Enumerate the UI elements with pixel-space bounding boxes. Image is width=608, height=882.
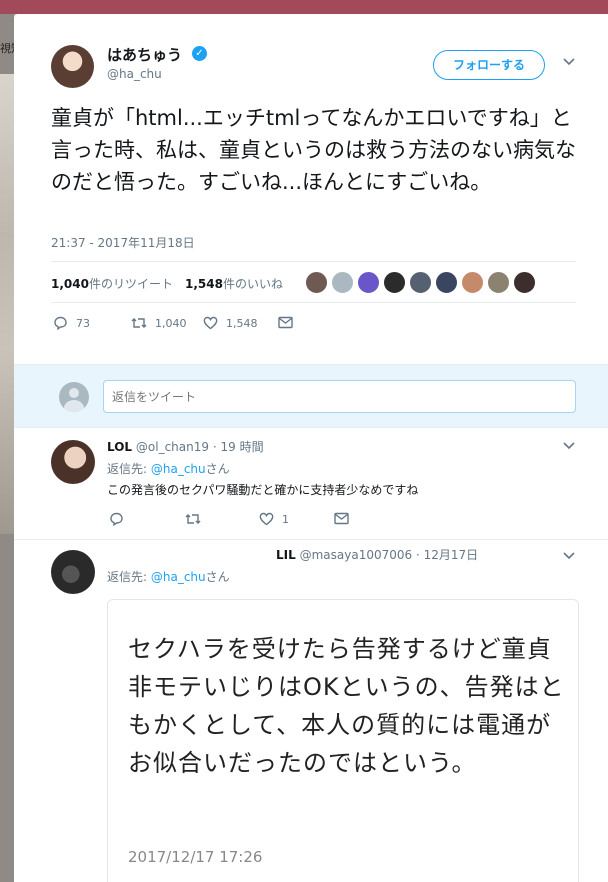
follow-button[interactable]: フォローする bbox=[433, 50, 545, 80]
background-image bbox=[0, 74, 14, 534]
reply-to-handle[interactable]: @ha_chu bbox=[151, 570, 206, 584]
user-avatar bbox=[59, 382, 89, 412]
direct-message-action[interactable] bbox=[334, 512, 357, 525]
liker-avatar[interactable] bbox=[383, 271, 406, 294]
reply-action[interactable] bbox=[109, 512, 132, 526]
reply-action[interactable]: 73 bbox=[53, 316, 90, 330]
reply-text: この発言後のセクパワ騒動だと確かに支持者少なめですね bbox=[107, 483, 419, 497]
reply-composer bbox=[14, 364, 608, 428]
like-action[interactable]: 1,548 bbox=[203, 316, 258, 330]
reply-icon bbox=[54, 316, 67, 330]
reply-author-line: LOL @ol_chan19 · 19 時間 bbox=[107, 438, 264, 455]
reply-author-name[interactable]: LIL bbox=[276, 548, 296, 562]
reply-actions: 1 bbox=[107, 512, 407, 532]
liker-avatar[interactable] bbox=[461, 271, 484, 294]
liker-avatar[interactable] bbox=[331, 271, 354, 294]
reply-to-prefix: 返信先: bbox=[107, 570, 151, 584]
reply-icon bbox=[110, 512, 123, 526]
chevron-down-icon[interactable] bbox=[562, 56, 576, 70]
tweet-modal: はあちゅう ✓ @ha_chu フォローする 童貞が「html...エッチtml… bbox=[14, 14, 608, 882]
liker-avatar[interactable] bbox=[513, 271, 536, 294]
like-count: 1 bbox=[282, 512, 289, 526]
reply-avatar[interactable] bbox=[51, 440, 95, 484]
image-date: 2017/12/17 17:26 bbox=[128, 848, 263, 866]
reply-item[interactable]: LOL @ol_chan19 · 19 時間 返信先: @ha_chuさん この… bbox=[14, 428, 608, 540]
author-handle[interactable]: @ha_chu bbox=[107, 67, 162, 81]
liker-avatar[interactable] bbox=[487, 271, 510, 294]
direct-message-action[interactable] bbox=[278, 316, 301, 329]
retweet-count: 1,040 bbox=[155, 316, 187, 330]
retweet-icon bbox=[131, 318, 147, 328]
liker-avatar[interactable] bbox=[305, 271, 328, 294]
reply-avatar[interactable] bbox=[51, 550, 95, 594]
reply-author-name[interactable]: LOL bbox=[107, 440, 132, 454]
envelope-icon bbox=[334, 512, 349, 525]
image-text: セクハラを受けたら告発するけど童貞非モテいじりはOKというの、告発はともかくとし… bbox=[128, 635, 565, 777]
author-name[interactable]: はあちゅう bbox=[107, 44, 182, 65]
reply-input[interactable] bbox=[103, 380, 576, 413]
heart-icon bbox=[203, 316, 218, 330]
browser-top-bar bbox=[0, 0, 608, 14]
heart-icon bbox=[259, 512, 274, 526]
liker-avatar[interactable] bbox=[357, 271, 380, 294]
reply-author-handle[interactable]: @masaya1007006 bbox=[300, 548, 413, 562]
chevron-down-icon[interactable] bbox=[562, 440, 576, 454]
like-stat[interactable]: 1,548件のいいね bbox=[185, 275, 283, 292]
like-action[interactable]: 1 bbox=[259, 512, 289, 526]
reply-count: 73 bbox=[76, 316, 90, 330]
liker-avatar[interactable] bbox=[409, 271, 432, 294]
tweet-text: 童貞が「html...エッチtmlってなんかエロいですね」と言った時、私は、童貞… bbox=[51, 106, 576, 194]
background-page: 視知 bbox=[0, 14, 14, 882]
separator: · bbox=[415, 548, 420, 562]
retweet-action[interactable] bbox=[185, 512, 209, 526]
reply-to-prefix: 返信先: bbox=[107, 462, 151, 476]
envelope-icon bbox=[278, 316, 293, 329]
retweets-label: 件のリツイート bbox=[88, 277, 173, 291]
reply-to-line: 返信先: @ha_chuさん bbox=[107, 460, 230, 477]
reply-time[interactable]: 19 時間 bbox=[221, 440, 264, 454]
tweet-timestamp[interactable]: 21:37 - 2017年11月18日 bbox=[51, 234, 195, 251]
likes-count: 1,548 bbox=[185, 277, 223, 291]
tweet-stats: 1,040件のリツイート 1,548件のいいね bbox=[51, 261, 576, 303]
reply-time[interactable]: 12月17日 bbox=[424, 548, 479, 562]
reply-to-suffix: さん bbox=[205, 570, 230, 584]
liker-avatar[interactable] bbox=[435, 271, 458, 294]
background-page-text: 視知 bbox=[0, 42, 14, 55]
reply-to-handle[interactable]: @ha_chu bbox=[151, 462, 206, 476]
retweets-count: 1,040 bbox=[51, 277, 89, 291]
reply-to-line: 返信先: @ha_chuさん bbox=[107, 568, 230, 585]
separator: · bbox=[212, 440, 217, 454]
retweet-action[interactable]: 1,040 bbox=[131, 316, 187, 330]
reply-author-handle[interactable]: @ol_chan19 bbox=[136, 440, 209, 454]
reply-author-line: LIL @masaya1007006 · 12月17日 bbox=[276, 546, 478, 563]
likes-label: 件のいいね bbox=[222, 277, 283, 291]
retweet-icon bbox=[185, 514, 201, 524]
reply-image-card[interactable]: セクハラを受けたら告発するけど童貞非モテいじりはOKというの、告発はともかくとし… bbox=[107, 599, 579, 882]
reply-to-suffix: さん bbox=[205, 462, 230, 476]
verified-badge-icon: ✓ bbox=[192, 46, 207, 61]
author-avatar[interactable] bbox=[51, 45, 94, 88]
like-count: 1,548 bbox=[226, 316, 258, 330]
tweet-actions: 73 1,040 1,548 bbox=[51, 316, 351, 336]
retweet-stat[interactable]: 1,040件のリツイート bbox=[51, 275, 173, 292]
chevron-down-icon[interactable] bbox=[562, 550, 576, 564]
tweet-header: はあちゅう ✓ @ha_chu フォローする bbox=[14, 14, 608, 100]
